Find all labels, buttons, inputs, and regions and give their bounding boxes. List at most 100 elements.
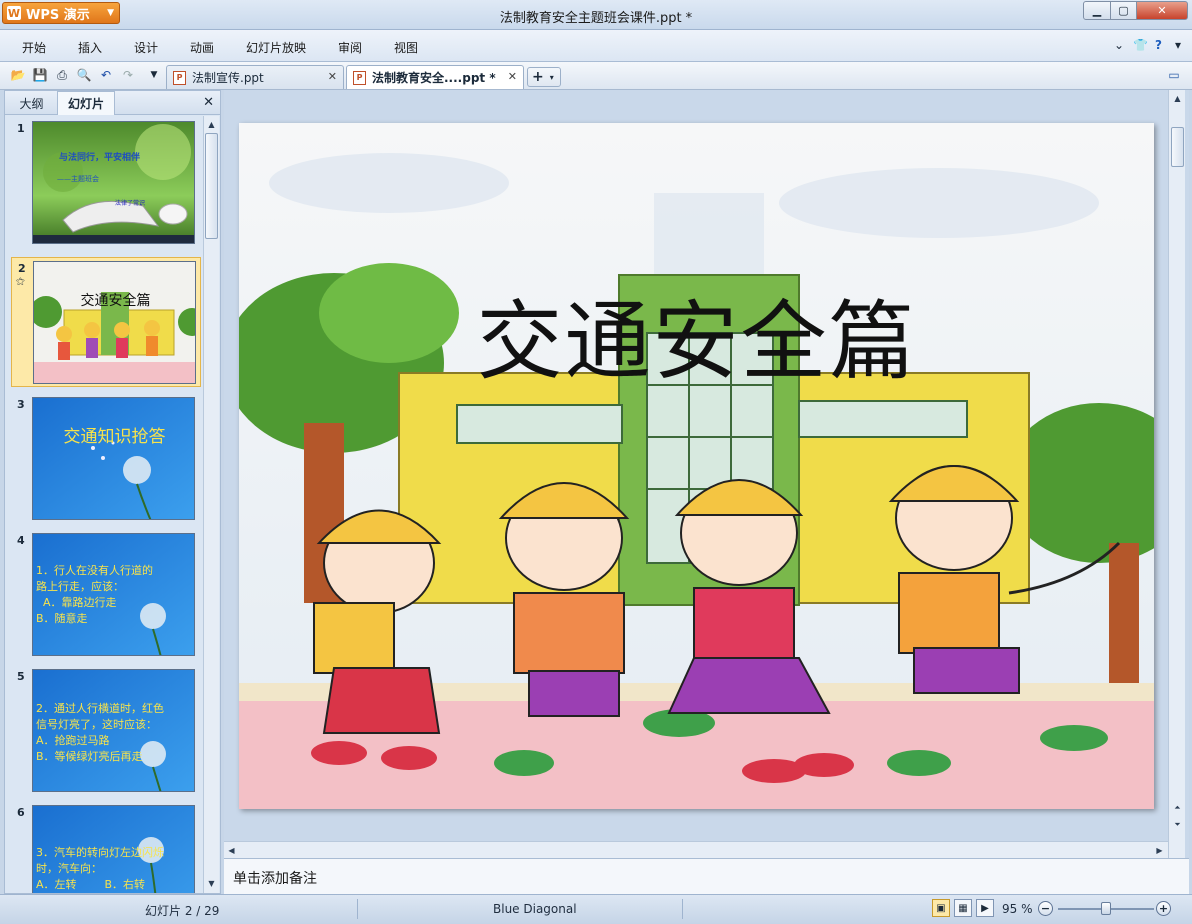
notes-placeholder: 单击添加备注 bbox=[233, 871, 317, 887]
new-tab-button[interactable]: + ▾ bbox=[527, 67, 561, 87]
scroll-left-icon[interactable]: ◀ bbox=[224, 843, 239, 858]
slide-thumbnail-selected[interactable]: 2 ⚝ 交通安全篇 bbox=[11, 257, 201, 387]
print-preview-icon[interactable]: 🔍 bbox=[76, 67, 92, 83]
thumb-line: 3．汽车的转向灯左边闪烁 bbox=[36, 846, 164, 859]
tab-outline[interactable]: 大纲 bbox=[9, 91, 54, 115]
status-separator bbox=[357, 899, 358, 919]
thumb-line: 与法同行，平安相伴 bbox=[59, 153, 141, 163]
open-folder-icon[interactable]: 📂 bbox=[10, 67, 26, 83]
menu-insert[interactable]: 插入 bbox=[78, 39, 102, 56]
redo-icon[interactable]: ↷ bbox=[120, 67, 136, 83]
window-layout-icon[interactable]: ▭ bbox=[1166, 67, 1182, 83]
skin-icon[interactable]: 👕 bbox=[1133, 38, 1148, 52]
menu-view[interactable]: 视图 bbox=[394, 39, 418, 56]
slide-panel-scrollbar[interactable]: ▲ ▼ bbox=[203, 116, 219, 893]
zoom-slider-knob[interactable] bbox=[1101, 902, 1111, 915]
editor-horizontal-scrollbar[interactable]: ◀ ▶ bbox=[224, 841, 1168, 858]
slide-6-preview: 3．汽车的转向灯左边闪烁 时，汽车向： A．左转 B．右转 bbox=[32, 805, 195, 893]
slide-5-preview: 2．通过人行横道时，红色 信号灯亮了，这时应该： A．抢跑过马路 B．等候绿灯亮… bbox=[32, 669, 195, 792]
plus-icon: + bbox=[532, 69, 544, 85]
doc-tab-active[interactable]: P 法制教育安全....ppt * ✕ bbox=[346, 65, 524, 89]
thumb-line: 法律了常识 bbox=[115, 200, 146, 207]
status-separator bbox=[682, 899, 683, 919]
save-icon[interactable]: 💾 bbox=[32, 67, 48, 83]
slide-illustration bbox=[239, 123, 1154, 809]
thumb-line: A．靠路边行走 bbox=[36, 596, 117, 609]
zoom-in-icon[interactable]: + bbox=[1156, 901, 1171, 916]
normal-view-icon[interactable]: ▣ bbox=[932, 899, 950, 917]
scroll-up-icon[interactable]: ▲ bbox=[1170, 91, 1185, 106]
thumb-line: 交通知识抢答 bbox=[63, 427, 166, 447]
thumb-line: B．等候绿灯亮后再走 bbox=[36, 750, 143, 763]
slide-thumbnail[interactable]: 6 3．汽车的转向灯左边闪烁 时，汽车向： A．左转 B．右转 bbox=[11, 802, 201, 893]
thumb-line: A．左转 B．右转 bbox=[36, 878, 146, 891]
slide-title[interactable]: 交通安全篇 bbox=[239, 271, 1154, 396]
thumb-line: 交通安全篇 bbox=[80, 293, 151, 309]
menu-bar: 开始 插入 设计 动画 幻灯片放映 审阅 视图 ⌄ 👕 ? ▾ bbox=[0, 30, 1192, 62]
scrollbar-thumb[interactable] bbox=[205, 133, 218, 239]
slide-4-preview: 1．行人在没有人行道的 路上行走，应该： A．靠路边行走 B．随意走 bbox=[32, 533, 195, 656]
doc-tab-label: 法制宣传.ppt bbox=[192, 71, 264, 85]
minimize-button[interactable]: ▁ bbox=[1083, 1, 1111, 20]
slide-number: 1 bbox=[17, 122, 25, 135]
thumb-line: 时，汽车向： bbox=[36, 862, 102, 875]
slide-thumbnail[interactable]: 5 2．通过人行横道时，红色 信号灯亮了，这时应该： A．抢跑过马路 B．等候绿… bbox=[11, 666, 201, 796]
close-tab-icon[interactable]: ✕ bbox=[508, 70, 517, 83]
zoom-level: 95 % bbox=[1002, 902, 1033, 916]
slide-canvas[interactable]: 交通安全篇 bbox=[239, 123, 1154, 809]
slideshow-view-icon[interactable]: ▶ bbox=[976, 899, 994, 917]
slide-counter: 幻灯片 2 / 29 bbox=[145, 904, 220, 918]
zoom-out-icon[interactable]: − bbox=[1038, 901, 1053, 916]
slide-number: 2 bbox=[18, 262, 26, 275]
minimize-icon: ▁ bbox=[1092, 4, 1102, 17]
slide-2-preview: 交通安全篇 bbox=[33, 261, 196, 384]
close-button[interactable]: ✕ bbox=[1136, 1, 1188, 20]
scroll-up-icon[interactable]: ▲ bbox=[204, 117, 219, 132]
theme-name: Blue Diagonal bbox=[493, 902, 577, 916]
slide-number: 6 bbox=[17, 806, 25, 819]
collapse-ribbon-icon[interactable]: ⌄ bbox=[1114, 38, 1124, 52]
title-bar: W WPS 演示 ▼ 法制教育安全主题班会课件.ppt * ▁ ▢ ✕ bbox=[0, 0, 1192, 30]
undo-icon[interactable]: ↶ bbox=[98, 67, 114, 83]
next-slide-icon[interactable]: ⏷ bbox=[1170, 817, 1185, 832]
thumb-line: 2．通过人行横道时，红色 bbox=[36, 702, 164, 715]
menu-slideshow[interactable]: 幻灯片放映 bbox=[246, 39, 306, 56]
slide-thumbnail[interactable]: 3 交通知识抢答 bbox=[11, 394, 201, 524]
menu-animation[interactable]: 动画 bbox=[190, 39, 214, 56]
ppt-file-icon: P bbox=[353, 70, 366, 85]
maximize-button[interactable]: ▢ bbox=[1110, 1, 1137, 20]
prev-slide-icon[interactable]: ⏶ bbox=[1170, 800, 1185, 815]
thumb-line: B．随意走 bbox=[36, 612, 88, 625]
window-title: 法制教育安全主题班会课件.ppt * bbox=[499, 11, 693, 26]
help-menu-arrow-icon[interactable]: ▾ bbox=[1175, 38, 1181, 52]
close-tab-icon[interactable]: ✕ bbox=[328, 70, 337, 83]
animation-marker-icon: ⚝ bbox=[16, 277, 25, 287]
scrollbar-thumb[interactable] bbox=[1171, 127, 1184, 167]
menu-review[interactable]: 审阅 bbox=[338, 39, 362, 56]
slide-1-preview: 与法同行，平安相伴 ——主题班会 法律了常识 bbox=[32, 121, 195, 244]
slide-panel-tabs: 大纲 幻灯片 ✕ bbox=[5, 91, 220, 115]
close-panel-icon[interactable]: ✕ bbox=[203, 95, 214, 110]
slide-3-preview: 交通知识抢答 bbox=[32, 397, 195, 520]
menu-home[interactable]: 开始 bbox=[22, 39, 46, 56]
slide-number: 4 bbox=[17, 534, 25, 547]
scroll-down-icon[interactable]: ▼ bbox=[204, 876, 219, 891]
close-icon: ✕ bbox=[1157, 4, 1167, 17]
customize-toolbar-icon[interactable]: ▼ bbox=[146, 67, 162, 83]
notes-pane[interactable]: 单击添加备注 bbox=[224, 858, 1189, 894]
doc-tab-fazhi-xuanchuan[interactable]: P 法制宣传.ppt ✕ bbox=[166, 65, 344, 89]
tab-slides[interactable]: 幻灯片 bbox=[57, 91, 115, 115]
slide-sorter-icon[interactable]: ▦ bbox=[954, 899, 972, 917]
status-bar: 幻灯片 2 / 29 Blue Diagonal ▣ ▦ ▶ 95 % − + bbox=[0, 894, 1192, 924]
slide-thumbnail[interactable]: 1 与法同行，平安相伴 ——主题班会 法律了常识 bbox=[11, 118, 201, 248]
chevron-down-icon: ▾ bbox=[549, 72, 554, 82]
slide-thumbnail[interactable]: 4 1．行人在没有人行道的 路上行走，应该： A．靠路边行走 B．随意走 bbox=[11, 530, 201, 660]
scroll-right-icon[interactable]: ▶ bbox=[1152, 843, 1167, 858]
help-icon[interactable]: ? bbox=[1155, 38, 1162, 52]
print-icon[interactable]: ⎙ bbox=[54, 67, 70, 83]
thumb-line: 1．行人在没有人行道的 bbox=[36, 564, 153, 577]
thumb-line: ——主题班会 bbox=[57, 175, 99, 183]
menu-design[interactable]: 设计 bbox=[134, 39, 158, 56]
slide-number: 3 bbox=[17, 398, 25, 411]
editor-vertical-scrollbar[interactable]: ▲ ⏶ ⏷ bbox=[1168, 90, 1185, 858]
